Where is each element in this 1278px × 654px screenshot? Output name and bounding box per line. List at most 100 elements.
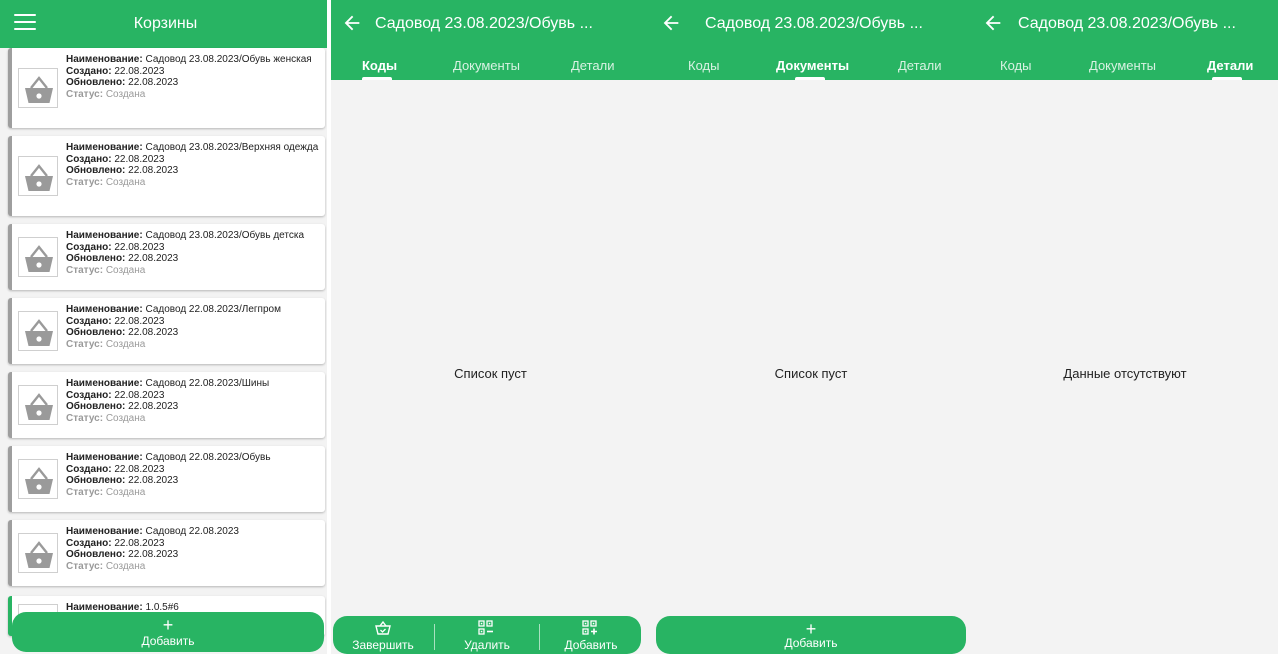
delete-label: Удалить: [464, 638, 510, 652]
basket-created-row: Создано: 22.08.2023: [66, 241, 165, 253]
basket-updated-row: Обновлено: 22.08.2023: [66, 401, 179, 412]
basket-created: 22.08.2023: [114, 153, 165, 165]
page-title: Садовод 23.08.2023/Обувь ...: [705, 15, 923, 32]
basket-created-row: Создано: 22.08.2023: [66, 537, 165, 549]
basket-created: 22.08.2023: [114, 315, 165, 327]
tab-indicator: [362, 77, 392, 80]
tab-indicator: [795, 77, 825, 80]
app-bar: Садовод 23.08.2023/Обувь ... Коды Докуме…: [650, 0, 972, 80]
basket-name: Садовод 23.08.2023/Обувь детска: [145, 230, 305, 241]
basket-status: Создана: [105, 88, 146, 100]
tab-documents[interactable]: Документы: [1089, 58, 1156, 73]
basket-status-row: Статус: Создана: [66, 412, 146, 424]
add-basket-button[interactable]: + Добавить: [12, 612, 324, 652]
basket-card-info: Наименование: Садовод 23.08.2023/Обувь д…: [66, 230, 319, 276]
tab-bar: Коды Документы Детали: [972, 48, 1278, 80]
basket-updated-row: Обновлено: 22.08.2023: [66, 165, 179, 176]
tab-documents[interactable]: Документы: [776, 58, 849, 73]
basket-status: Создана: [105, 264, 146, 276]
basket-name: Садовод 22.08.2023: [145, 526, 239, 537]
basket-card-info: Наименование: Садовод 23.08.2023/Верхняя…: [66, 142, 319, 188]
add-code-button[interactable]: Добавить: [541, 616, 641, 654]
basket-created-row: Создано: 22.08.2023: [66, 463, 165, 475]
tab-codes[interactable]: Коды: [688, 58, 719, 73]
basket-updated: 22.08.2023: [128, 77, 179, 88]
basket-created-row: Создано: 22.08.2023: [66, 65, 165, 77]
basket-status-row: Статус: Создана: [66, 560, 146, 572]
back-arrow-icon[interactable]: [982, 12, 1004, 34]
back-arrow-icon[interactable]: [341, 12, 363, 34]
page-title: Садовод 23.08.2023/Обувь ...: [375, 15, 593, 32]
basket-updated: 22.08.2023: [128, 253, 179, 264]
add-label: Добавить: [564, 638, 618, 652]
basket-name-row: Наименование: Садовод 23.08.2023/Верхняя…: [66, 142, 319, 153]
tab-codes[interactable]: Коды: [362, 58, 397, 73]
basket-card[interactable]: Наименование: Садовод 23.08.2023/Обувь д…: [8, 224, 325, 290]
add-button-label: Добавить: [784, 636, 838, 650]
basket-created-row: Создано: 22.08.2023: [66, 153, 165, 165]
basket-updated: 22.08.2023: [128, 401, 179, 412]
basket-icon: [18, 68, 58, 108]
tab-codes[interactable]: Коды: [1000, 58, 1031, 73]
empty-list-message: Список пуст: [454, 366, 527, 381]
basket-card[interactable]: Наименование: Садовод 23.08.2023/Верхняя…: [8, 136, 325, 216]
basket-icon: [18, 156, 58, 196]
basket-name-row: Наименование: Садовод 23.08.2023/Обувь д…: [66, 230, 305, 241]
basket-icon: [18, 533, 58, 573]
tab-details[interactable]: Детали: [571, 58, 615, 73]
basket-check-icon: [375, 620, 391, 635]
empty-details-message: Данные отсутствуют: [1063, 366, 1187, 381]
basket-card[interactable]: Наименование: Садовод 22.08.2023/Легпром…: [8, 298, 325, 364]
codes-screen: Садовод 23.08.2023/Обувь ... Коды Докуме…: [331, 0, 650, 654]
basket-card[interactable]: Наименование: Садовод 22.08.2023 Создано:…: [8, 520, 325, 586]
basket-status: Создана: [105, 176, 146, 188]
tab-indicator: [1212, 77, 1242, 80]
basket-status-row: Статус: Создана: [66, 88, 146, 100]
basket-updated: 22.08.2023: [128, 327, 179, 338]
tab-details[interactable]: Детали: [1207, 58, 1253, 73]
finish-button[interactable]: Завершить: [333, 616, 433, 654]
basket-name-row: Наименование: Садовод 22.08.2023: [66, 526, 239, 537]
basket-card-info: Наименование: Садовод 22.08.2023 Создано:…: [66, 526, 319, 572]
basket-status-row: Статус: Создана: [66, 486, 146, 498]
basket-updated: 22.08.2023: [128, 165, 179, 176]
qr-remove-icon: [478, 620, 493, 635]
baskets-screen: Корзины Наименование: Садовод 23.08.2023…: [0, 0, 331, 654]
page-title: Корзины: [133, 15, 198, 32]
add-document-button[interactable]: + Добавить: [656, 616, 966, 654]
plus-icon: +: [162, 615, 174, 635]
empty-list-message: Список пуст: [774, 366, 848, 381]
basket-updated-row: Обновлено: 22.08.2023: [66, 475, 179, 486]
codes-bottom-bar: Завершить Удалить Добавить: [333, 616, 641, 654]
basket-created: 22.08.2023: [114, 537, 165, 549]
back-arrow-icon[interactable]: [660, 12, 682, 34]
basket-status-row: Статус: Создана: [66, 176, 146, 188]
basket-updated-row: Обновлено: 22.08.2023: [66, 549, 179, 560]
delete-button[interactable]: Удалить: [437, 616, 537, 654]
finish-label: Завершить: [352, 638, 414, 652]
basket-created: 22.08.2023: [114, 241, 165, 253]
basket-card[interactable]: Наименование: Садовод 22.08.2023/Обувь Со…: [8, 446, 325, 512]
tab-documents[interactable]: Документы: [453, 58, 520, 73]
basket-name-row: Наименование: Садовод 23.08.2023/Обувь ж…: [66, 54, 312, 65]
basket-created: 22.08.2023: [114, 65, 165, 77]
basket-created-row: Создано: 22.08.2023: [66, 389, 165, 401]
basket-icon: [18, 237, 58, 277]
basket-name-row: Наименование: Садовод 22.08.2023/Шины: [66, 378, 270, 389]
basket-card[interactable]: Наименование: Садовод 22.08.2023/Шины Соз…: [8, 372, 325, 438]
basket-status: Создана: [105, 486, 146, 498]
details-screen: Садовод 23.08.2023/Обувь ... Коды Докуме…: [972, 0, 1278, 654]
add-button-label: Добавить: [141, 634, 195, 648]
tab-bar: Коды Документы Детали: [331, 48, 650, 80]
app-bar: Садовод 23.08.2023/Обувь ... Коды Докуме…: [331, 0, 650, 80]
basket-card[interactable]: Наименование: Садовод 23.08.2023/Обувь ж…: [8, 48, 325, 128]
basket-created: 22.08.2023: [114, 389, 165, 401]
tab-bar: Коды Документы Детали: [650, 48, 972, 80]
tab-details[interactable]: Детали: [898, 58, 942, 73]
basket-status-row: Статус: Создана: [66, 338, 146, 350]
basket-updated-row: Обновлено: 22.08.2023: [66, 327, 179, 338]
basket-name: Садовод 22.08.2023/Легпром: [145, 304, 281, 315]
basket-updated: 22.08.2023: [128, 549, 179, 560]
documents-screen: Садовод 23.08.2023/Обувь ... Коды Докуме…: [650, 0, 972, 654]
app-bar: Корзины: [0, 0, 331, 48]
